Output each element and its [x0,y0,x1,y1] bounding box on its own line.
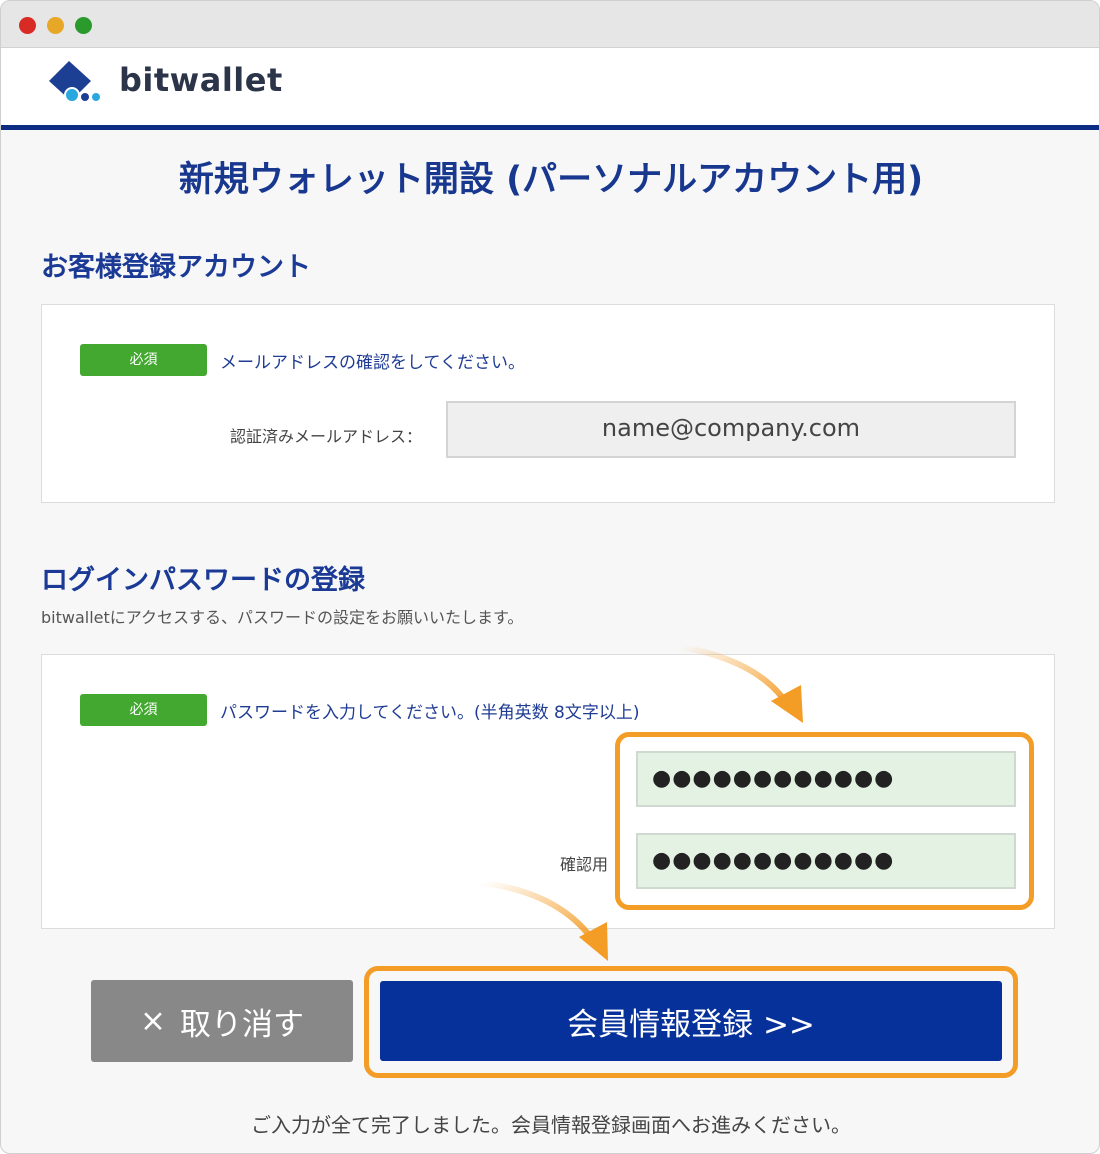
completion-note: ご入力が全て完了しました。会員情報登録画面へお進みください。 [251,1113,851,1137]
register-member-info-button[interactable]: 会員情報登録 >> [380,981,1002,1061]
browser-window: bitwallet 新規ウォレット開設 (パーソナルアカウント用) お客様登録ア… [0,0,1100,1154]
cancel-button-label: 取り消す [179,1006,304,1043]
close-icon: × [140,1003,166,1039]
cancel-button[interactable]: × 取り消す [91,980,353,1062]
submit-button-label: 会員情報登録 >> [567,1006,815,1043]
